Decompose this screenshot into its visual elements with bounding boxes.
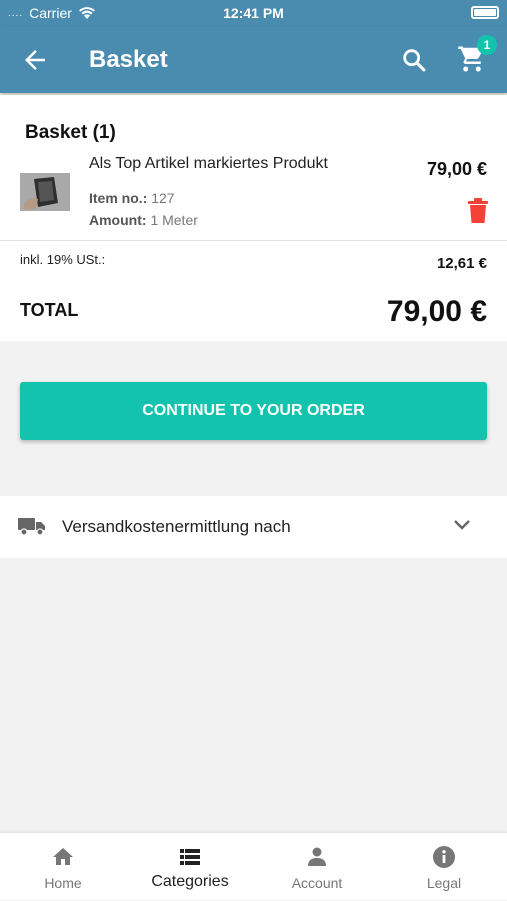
app-bar: Basket 1 — [0, 27, 507, 93]
nav-account-label: Account — [291, 875, 343, 891]
search-icon[interactable] — [400, 46, 428, 74]
cart-count-badge: 1 — [477, 35, 497, 55]
item-number: Item no.: 127 — [89, 190, 175, 206]
tax-value: 12,61 € — [436, 255, 487, 272]
nav-categories-label: Categories — [151, 873, 229, 890]
list-icon — [180, 849, 200, 865]
nav-home-label: Home — [44, 875, 82, 891]
bottom-navigation: Home Categories Account Legal — [0, 832, 507, 900]
shipping-cost-row[interactable]: Versandkostenermittlung nach — [0, 496, 507, 558]
total-value: 79,00 € — [386, 295, 487, 328]
clock: 12:41 PM — [223, 5, 284, 21]
nav-legal-label: Legal — [426, 875, 462, 891]
nav-home[interactable]: Home — [0, 833, 126, 901]
item-amount: Amount: 1 Meter — [89, 212, 198, 228]
product-thumbnail[interactable] — [20, 173, 70, 211]
product-price: 79,00 € — [426, 159, 487, 179]
product-name[interactable]: Als Top Artikel markiertes Produkt — [89, 155, 328, 173]
delete-icon[interactable] — [467, 198, 489, 224]
nav-legal[interactable]: Legal — [381, 833, 507, 901]
status-bar: .... Carrier 12:41 PM — [0, 0, 507, 27]
truck-icon — [18, 518, 45, 536]
item-number-value: 127 — [151, 190, 175, 206]
basket-card: Basket (1) Als Top Artikel markiertes Pr… — [0, 95, 507, 341]
tax-label: inkl. 19% USt.: — [20, 252, 106, 267]
chevron-down-icon[interactable] — [453, 518, 471, 532]
shipping-label: Versandkostenermittlung nach — [62, 517, 291, 536]
item-amount-value: 1 Meter — [150, 212, 198, 228]
total-label: TOTAL — [20, 300, 79, 320]
nav-categories[interactable]: Categories — [127, 833, 253, 901]
item-number-label: Item no.: — [89, 190, 148, 206]
page-title: Basket — [89, 46, 168, 73]
back-arrow-icon[interactable] — [20, 45, 50, 75]
basket-heading: Basket (1) — [25, 122, 116, 143]
continue-to-order-button[interactable]: CONTINUE TO YOUR ORDER — [20, 382, 487, 440]
nav-account[interactable]: Account — [254, 833, 380, 901]
home-icon — [53, 848, 73, 865]
divider — [0, 240, 507, 241]
battery-icon — [471, 6, 499, 19]
item-amount-label: Amount: — [89, 212, 147, 228]
info-icon — [433, 846, 455, 868]
person-icon — [308, 847, 326, 866]
